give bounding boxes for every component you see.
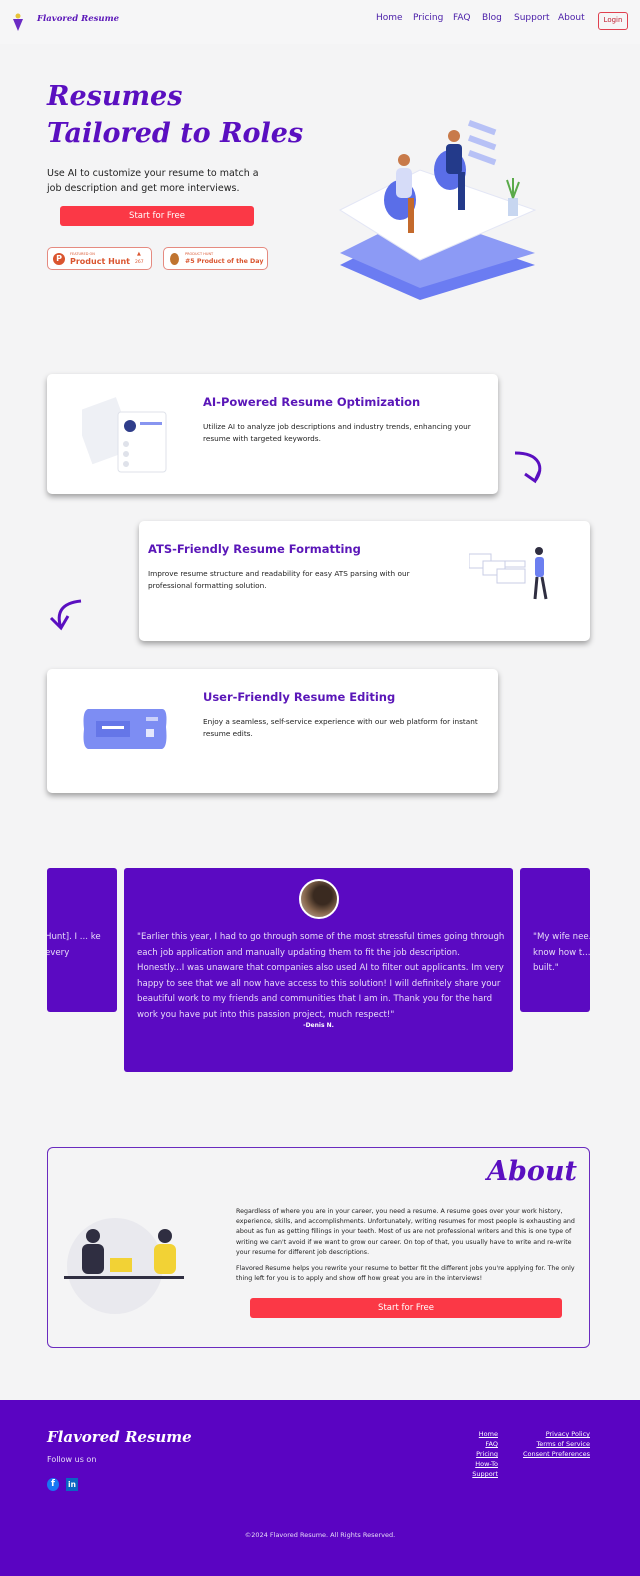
about-section: About Regardless of where you are in you… xyxy=(47,1147,590,1348)
hero-illustration xyxy=(338,120,537,300)
footer-link-consent[interactable]: Consent Preferences xyxy=(523,1449,590,1459)
copyright: ©2024 Flavored Resume. All Rights Reserv… xyxy=(244,1531,396,1539)
medal-icon xyxy=(170,253,179,265)
hero-title-line1: Resumes xyxy=(47,81,183,112)
hero-title-line2: Tailored to Roles xyxy=(47,118,304,149)
testimonial-quote-partial: "My wife nee... know how t... built." xyxy=(533,932,590,973)
nav-faq[interactable]: FAQ xyxy=(453,13,470,23)
logo-icon[interactable] xyxy=(13,13,23,31)
login-button[interactable]: Login xyxy=(598,12,628,30)
footer-link-faq[interactable]: FAQ xyxy=(472,1439,498,1449)
testimonial-quote-partial: Hunt]. I ... ke every xyxy=(47,932,101,958)
hero-title: Resumes Tailored to Roles xyxy=(47,78,303,152)
brand-name[interactable]: Flavored Resume xyxy=(37,14,119,24)
badge-kicker: FEATURED ON xyxy=(70,252,95,256)
feature-text: Enjoy a seamless, self-service experienc… xyxy=(203,717,478,738)
feature-card-user-friendly-editing: User-Friendly Resume Editing Enjoy a sea… xyxy=(47,669,498,793)
hero-subtitle: Use AI to customize your resume to match… xyxy=(47,168,259,194)
footer-link-how-to[interactable]: How-To xyxy=(472,1459,498,1469)
footer-link-support[interactable]: Support xyxy=(472,1469,498,1479)
editor-illustration xyxy=(83,709,167,749)
handshake-illustration xyxy=(64,1218,184,1314)
feature-text: Improve resume structure and readability… xyxy=(148,569,410,590)
testimonial-card-previous[interactable]: Hunt]. I ... ke every xyxy=(47,868,117,1012)
nav-about[interactable]: About xyxy=(558,13,585,23)
footer-links-main: Home FAQ Pricing How-To Support xyxy=(472,1429,498,1479)
vote-count: 267 xyxy=(135,260,144,265)
curved-arrow-icon xyxy=(514,451,542,484)
footer-link-privacy[interactable]: Privacy Policy xyxy=(523,1429,590,1439)
footer-link-home[interactable]: Home xyxy=(472,1429,498,1439)
header: Flavored Resume Home Pricing FAQ Blog Su… xyxy=(0,0,640,44)
curved-arrow-icon xyxy=(49,599,82,631)
about-paragraph-2: Flavored Resume helps you rewrite your r… xyxy=(236,1265,575,1283)
nav-support[interactable]: Support xyxy=(514,13,550,23)
about-title: About xyxy=(487,1156,577,1187)
feature-title: User-Friendly Resume Editing xyxy=(203,690,396,704)
badge-name: #5 Product of the Day xyxy=(185,258,264,265)
testimonial-card-active: "Earlier this year, I had to go through … xyxy=(124,868,513,1072)
ats-illustration xyxy=(469,547,548,600)
footer-link-pricing[interactable]: Pricing xyxy=(472,1449,498,1459)
feature-text: Utilize AI to analyze job descriptions a… xyxy=(203,422,471,443)
follow-label: Follow us on xyxy=(47,1455,97,1464)
footer-link-terms[interactable]: Terms of Service xyxy=(523,1439,590,1449)
facebook-icon[interactable]: f xyxy=(47,1478,59,1491)
about-start-button[interactable]: Start for Free xyxy=(250,1298,562,1318)
nav-pricing[interactable]: Pricing xyxy=(413,13,443,23)
badge-name: Product Hunt xyxy=(70,257,130,266)
product-of-day-badge[interactable]: PRODUCT HUNT #5 Product of the Day xyxy=(163,247,268,270)
feature-card-ats-formatting: ATS-Friendly Resume Formatting Improve r… xyxy=(139,521,590,641)
footer-links-legal: Privacy Policy Terms of Service Consent … xyxy=(523,1429,590,1459)
linkedin-icon[interactable]: in xyxy=(66,1478,78,1491)
feature-title: AI-Powered Resume Optimization xyxy=(203,395,421,409)
hero-start-button[interactable]: Start for Free xyxy=(60,206,254,226)
footer-brand: Flavored Resume xyxy=(47,1428,192,1446)
testimonial-author: -Denis N. xyxy=(303,1022,334,1029)
footer: Flavored Resume Follow us on f in Home F… xyxy=(0,1400,640,1576)
testimonial-card-next[interactable]: "My wife nee... know how t... built." xyxy=(520,868,590,1012)
about-paragraph-1: Regardless of where you are in your care… xyxy=(236,1208,575,1256)
product-hunt-badge[interactable]: P FEATURED ON Product Hunt ▲ 267 xyxy=(47,247,152,270)
upvote-icon: ▲ xyxy=(137,251,141,257)
badge-kicker: PRODUCT HUNT xyxy=(185,252,214,256)
feature-title: ATS-Friendly Resume Formatting xyxy=(148,542,361,556)
nav-blog[interactable]: Blog xyxy=(482,13,502,23)
resume-illustration xyxy=(82,397,167,473)
reviewer-avatar xyxy=(299,879,339,919)
testimonial-quote: "Earlier this year, I had to go through … xyxy=(137,932,505,1020)
product-hunt-icon: P xyxy=(53,253,65,265)
feature-card-ai-optimization: AI-Powered Resume Optimization Utilize A… xyxy=(47,374,498,494)
nav-home[interactable]: Home xyxy=(376,13,403,23)
